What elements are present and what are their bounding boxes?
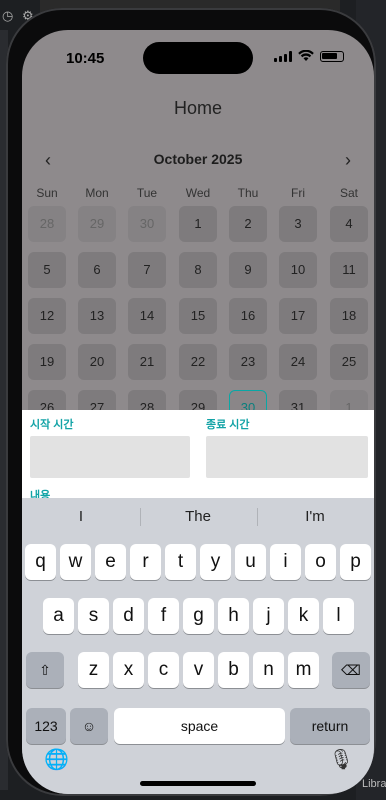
key-t[interactable]: t bbox=[165, 544, 196, 580]
key-z[interactable]: z bbox=[78, 652, 109, 688]
calendar-day[interactable]: 29 bbox=[78, 206, 116, 242]
key-l[interactable]: l bbox=[323, 598, 354, 634]
key-a[interactable]: a bbox=[43, 598, 74, 634]
suggestion-item[interactable]: The bbox=[143, 508, 253, 525]
calendar-day[interactable]: 12 bbox=[28, 298, 66, 334]
key-i[interactable]: i bbox=[270, 544, 301, 580]
end-time-field[interactable] bbox=[206, 436, 368, 478]
suggestion-bar: I The I'm bbox=[22, 498, 374, 534]
weekday-label: Mon bbox=[85, 186, 109, 200]
calendar-day[interactable]: 4 bbox=[330, 206, 368, 242]
key-b[interactable]: b bbox=[218, 652, 249, 688]
calendar-day[interactable]: 22 bbox=[179, 344, 217, 380]
weekday-label: Thu bbox=[237, 186, 259, 200]
delete-key[interactable]: ⌫ bbox=[332, 652, 370, 688]
key-c[interactable]: c bbox=[148, 652, 179, 688]
calendar-day[interactable]: 23 bbox=[229, 344, 267, 380]
microphone-icon[interactable]: 🎙 bbox=[329, 747, 354, 772]
chevron-right-icon[interactable]: › bbox=[336, 148, 360, 172]
wifi-icon bbox=[298, 50, 314, 61]
page-title: Home bbox=[173, 98, 222, 118]
key-k[interactable]: k bbox=[288, 598, 319, 634]
calendar-day[interactable]: 19 bbox=[28, 344, 66, 380]
suggestion-item[interactable]: I bbox=[26, 508, 136, 525]
weekday-label: Sat bbox=[339, 186, 358, 200]
key-y[interactable]: y bbox=[200, 544, 231, 580]
key-m[interactable]: m bbox=[288, 652, 319, 688]
weekday-label: Fri bbox=[291, 186, 305, 200]
key-g[interactable]: g bbox=[183, 598, 214, 634]
calendar-day[interactable]: 20 bbox=[78, 344, 116, 380]
key-w[interactable]: w bbox=[60, 544, 91, 580]
calendar-day[interactable]: 18 bbox=[330, 298, 368, 334]
weekday-label: Sun bbox=[36, 186, 58, 200]
numbers-key[interactable]: 123 bbox=[26, 708, 66, 744]
key-u[interactable]: u bbox=[235, 544, 266, 580]
phone-screen: 10:45 Home ‹ October 2025 › Sun Mon Tue Wed… bbox=[22, 30, 374, 794]
calendar-day[interactable]: 28 bbox=[28, 206, 66, 242]
calendar-day[interactable]: 13 bbox=[78, 298, 116, 334]
calendar-day[interactable]: 6 bbox=[78, 252, 116, 288]
key-p[interactable]: p bbox=[340, 544, 371, 580]
space-key[interactable]: space bbox=[114, 708, 285, 744]
key-x[interactable]: x bbox=[113, 652, 144, 688]
emoji-key[interactable]: ☺ bbox=[70, 708, 108, 744]
calendar-day[interactable]: 24 bbox=[279, 344, 317, 380]
calendar-day[interactable]: 11 bbox=[330, 252, 368, 288]
calendar-day[interactable]: 16 bbox=[229, 298, 267, 334]
home-indicator bbox=[140, 781, 256, 786]
key-s[interactable]: s bbox=[78, 598, 109, 634]
history-icon[interactable]: ◷ bbox=[2, 8, 13, 24]
start-time-label: 시작 시간 bbox=[30, 419, 74, 431]
calendar-day[interactable]: 15 bbox=[179, 298, 217, 334]
calendar-day[interactable]: 3 bbox=[279, 206, 317, 242]
status-icons bbox=[274, 50, 344, 62]
calendar-day[interactable]: 10 bbox=[279, 252, 317, 288]
dynamic-island bbox=[143, 42, 253, 74]
calendar-day[interactable]: 30 bbox=[128, 206, 166, 242]
key-r[interactable]: r bbox=[130, 544, 161, 580]
weekday-label: Tue bbox=[136, 186, 158, 200]
signal-icon bbox=[274, 50, 292, 62]
key-o[interactable]: o bbox=[305, 544, 336, 580]
calendar-weekdays: Sun Mon Tue Wed Thu Fri Sat bbox=[22, 186, 374, 202]
key-h[interactable]: h bbox=[218, 598, 249, 634]
shift-key[interactable]: ⇧ bbox=[26, 652, 64, 688]
key-v[interactable]: v bbox=[183, 652, 214, 688]
status-time: 10:45 bbox=[66, 50, 105, 67]
calendar-day[interactable]: 8 bbox=[179, 252, 217, 288]
calendar-day[interactable]: 17 bbox=[279, 298, 317, 334]
end-time-label: 종료 시간 bbox=[206, 419, 250, 431]
calendar-day[interactable]: 25 bbox=[330, 344, 368, 380]
calendar-month-label: October 2025 bbox=[153, 151, 243, 167]
key-d[interactable]: d bbox=[113, 598, 144, 634]
suggestion-divider bbox=[140, 508, 141, 526]
calendar-header: ‹ October 2025 › bbox=[22, 148, 374, 172]
suggestion-divider bbox=[257, 508, 258, 526]
calendar-day[interactable]: 7 bbox=[128, 252, 166, 288]
key-j[interactable]: j bbox=[253, 598, 284, 634]
key-e[interactable]: e bbox=[95, 544, 126, 580]
start-time-field[interactable] bbox=[30, 436, 190, 478]
key-q[interactable]: q bbox=[25, 544, 56, 580]
battery-icon bbox=[320, 50, 344, 62]
key-n[interactable]: n bbox=[253, 652, 284, 688]
calendar-day[interactable]: 14 bbox=[128, 298, 166, 334]
suggestion-item[interactable]: I'm bbox=[260, 508, 370, 525]
return-key[interactable]: return bbox=[290, 708, 370, 744]
calendar-day[interactable]: 21 bbox=[128, 344, 166, 380]
calendar-day[interactable]: 1 bbox=[179, 206, 217, 242]
globe-icon[interactable]: 🌐 bbox=[44, 747, 69, 772]
weekday-label: Wed bbox=[185, 186, 211, 200]
key-f[interactable]: f bbox=[148, 598, 179, 634]
calendar-day[interactable]: 9 bbox=[229, 252, 267, 288]
event-form: 시작 시간 종료 시간 내용 bbox=[22, 410, 374, 510]
keyboard: I The I'm 🌐 🎙 q w e r t y u i o p a s d f g h j k l ⇧ z x c v b n m ⌫… bbox=[22, 498, 374, 794]
phone-frame: 10:45 Home ‹ October 2025 › Sun Mon Tue Wed… bbox=[6, 8, 376, 796]
calendar-day[interactable]: 2 bbox=[229, 206, 267, 242]
calendar-day[interactable]: 5 bbox=[28, 252, 66, 288]
